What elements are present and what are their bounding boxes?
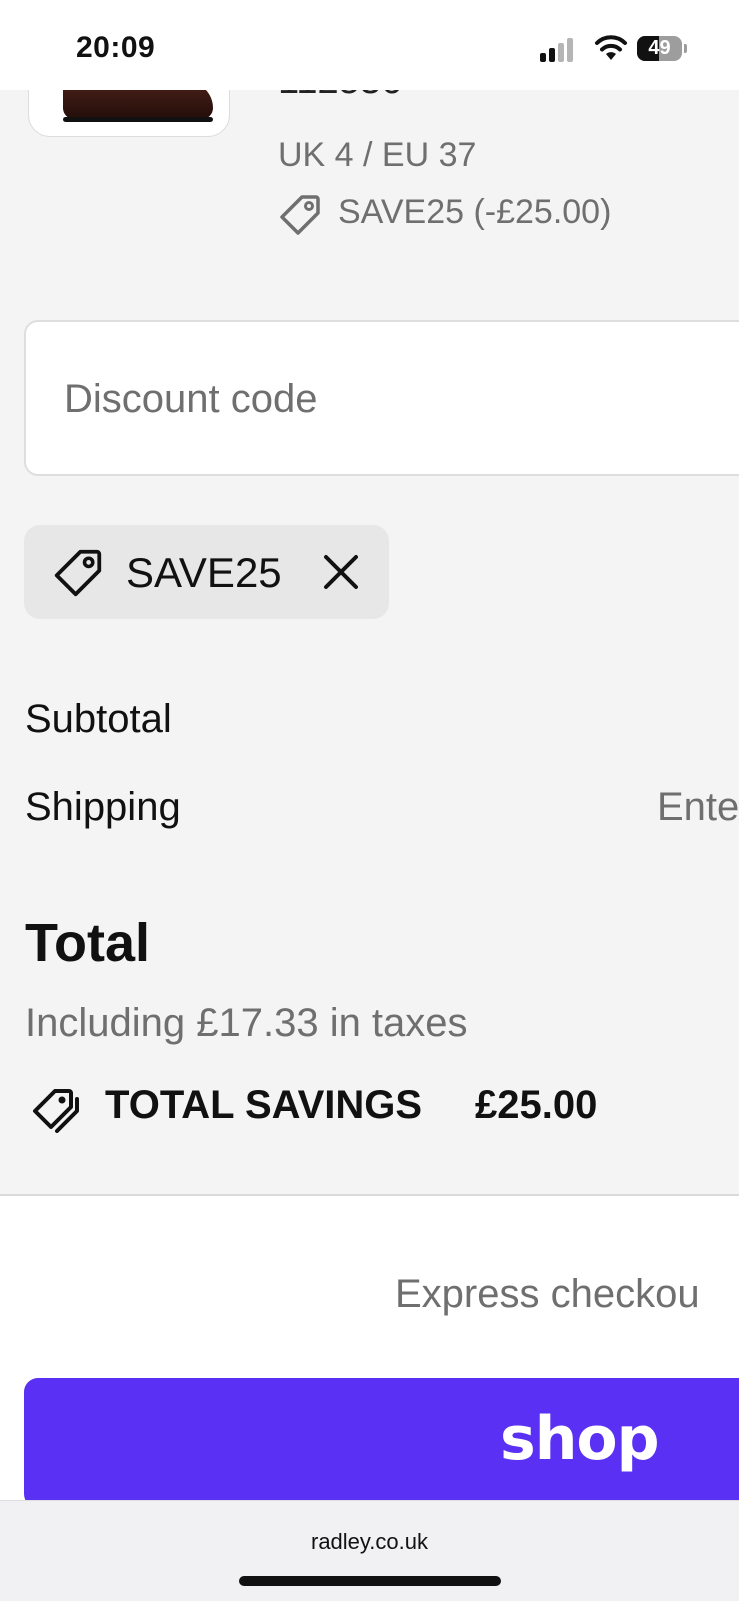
url-text[interactable]: radley.co.uk [0,1529,739,1555]
remove-code-close-icon[interactable] [314,545,368,599]
browser-address-bar[interactable]: radley.co.uk [0,1500,739,1601]
shop-pay-button[interactable]: shop [24,1378,739,1508]
wifi-icon [594,32,628,62]
applied-code-label: SAVE25 [126,549,282,596]
applied-discount-chip: SAVE25 [24,525,389,619]
discount-code-input[interactable] [62,322,716,476]
product-variant: UK 4 / EU 37 [278,136,477,174]
battery-level: 49 [648,37,671,59]
tag-icon [280,195,320,235]
discount-code-field[interactable] [24,320,739,476]
total-savings-amount: £25.00 [475,1083,598,1127]
express-checkout-label: Express checkou [395,1272,700,1316]
home-indicator [239,1576,501,1586]
subtotal-label: Subtotal [25,697,172,741]
savings-tags-icon [33,1089,79,1133]
status-time: 20:09 [76,31,156,64]
taxes-text: Including £17.33 in taxes [25,1001,468,1045]
shipping-value: Ente [657,785,739,829]
shop-logo: shop [500,1404,660,1474]
total-savings-label: TOTAL SAVINGS [105,1083,423,1127]
status-bar: 20:09 49 [0,0,739,90]
battery-icon: 49 [637,36,687,61]
product-discount-text: SAVE25 (-£25.00) [338,193,612,231]
shipping-label: Shipping [25,785,181,829]
total-label: Total [25,913,150,973]
cellular-signal-icon [540,36,580,62]
tag-icon [54,549,102,597]
